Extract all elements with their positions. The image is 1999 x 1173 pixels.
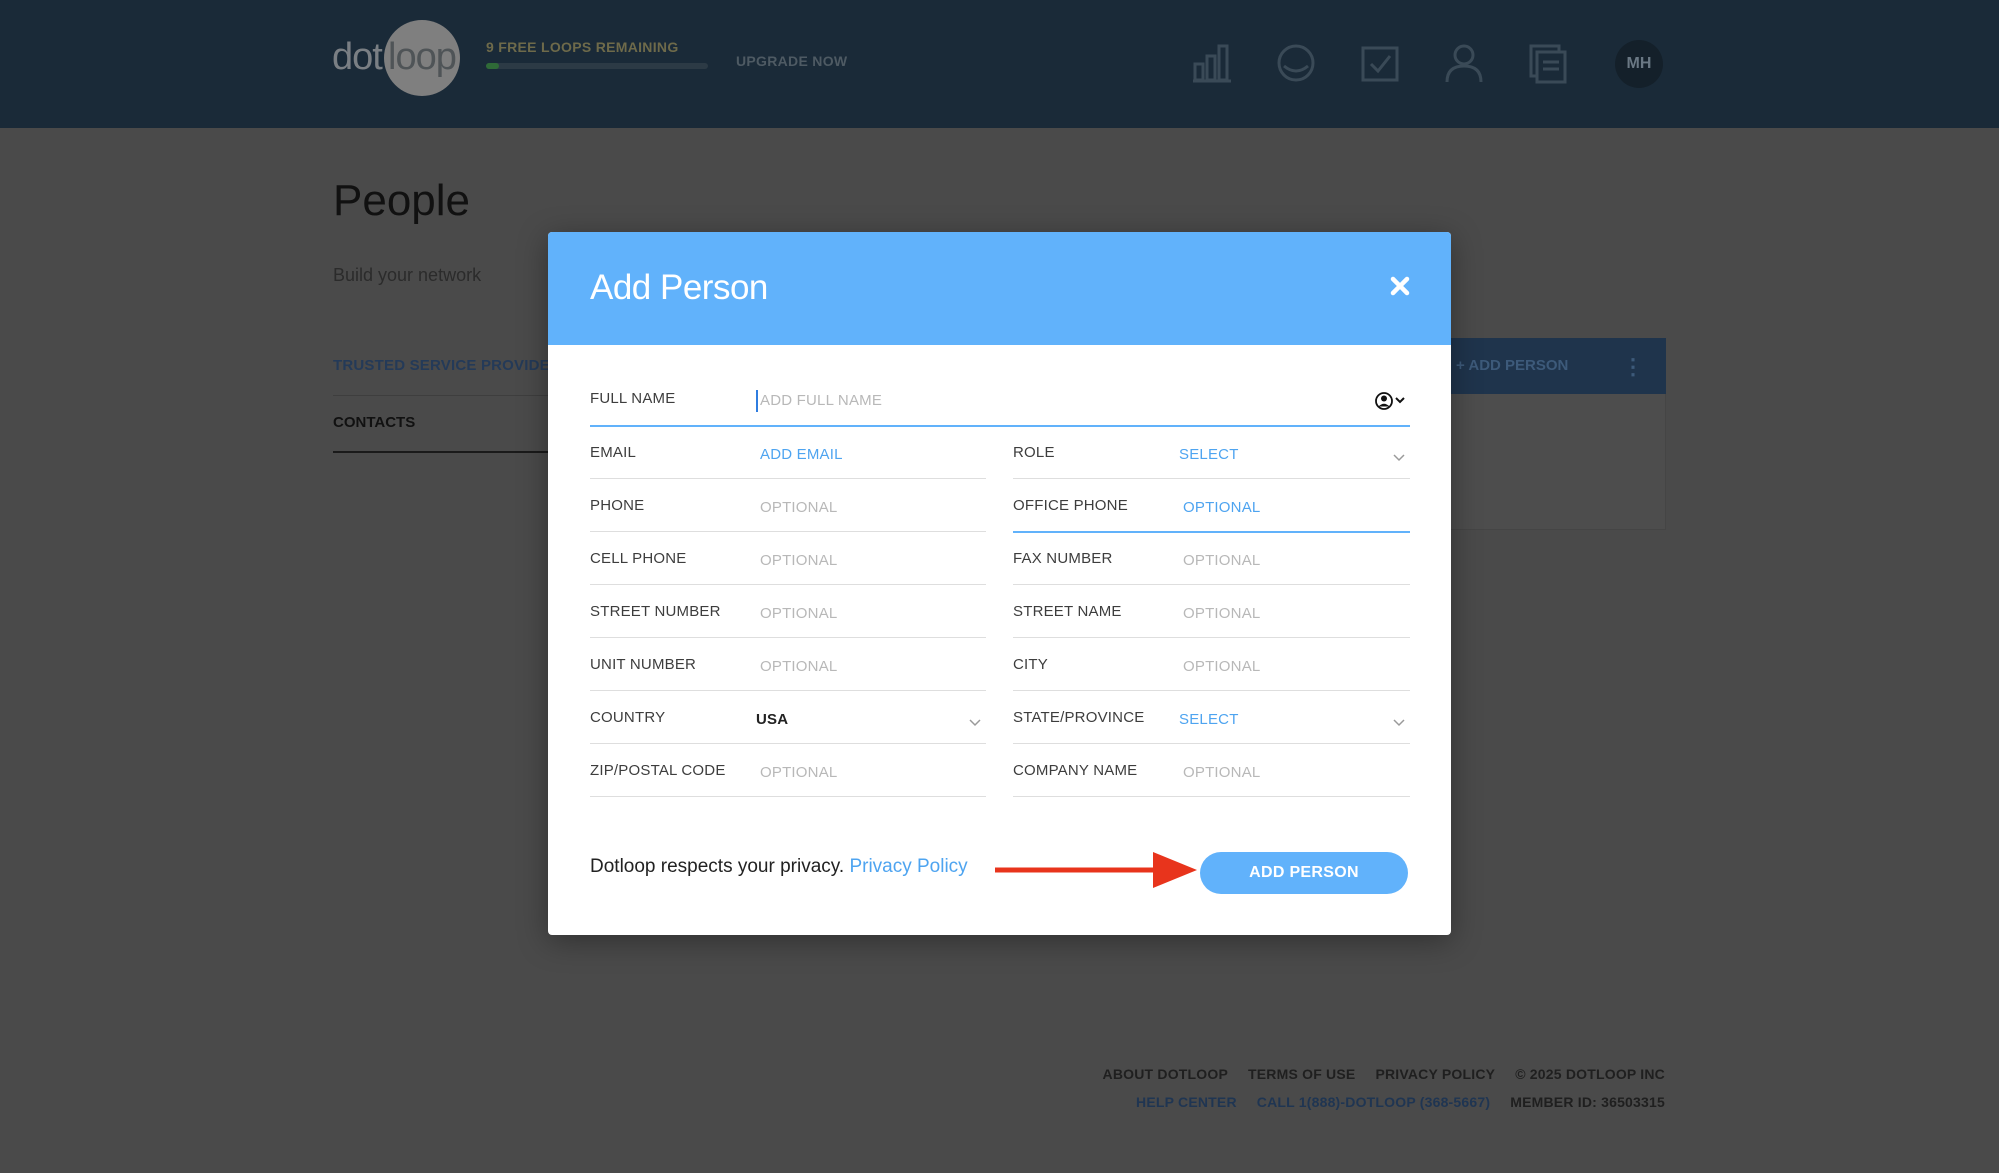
unit-number-underline [590,690,986,691]
office-phone-label: OFFICE PHONE [1013,497,1128,514]
phone-input[interactable]: OPTIONAL [760,499,837,516]
privacy-notice: Dotloop respects your privacy. Privacy P… [590,856,968,878]
free-loops-progress-fill [486,63,500,69]
logo-loop-text: loop [388,36,457,78]
privacy-policy-link[interactable]: Privacy Policy [849,856,967,877]
company-name-underline [1013,796,1410,797]
full-name-label: FULL NAME [590,390,676,407]
cell-phone-input[interactable]: OPTIONAL [760,552,837,569]
street-number-label: STREET NUMBER [590,603,721,620]
fax-number-input[interactable]: OPTIONAL [1183,552,1260,569]
city-input[interactable]: OPTIONAL [1183,658,1260,675]
zip-postal-code-label: ZIP/POSTAL CODE [590,762,726,779]
footer-terms-link[interactable]: TERMS OF USE [1248,1066,1355,1082]
role-select[interactable]: SELECT [1179,446,1239,463]
office-phone-underline [1013,531,1410,533]
user-avatar[interactable]: MH [1615,40,1663,88]
phone-label: PHONE [590,497,645,514]
page-title: People [333,176,471,225]
background-add-person-button[interactable]: + ADD PERSON [1456,357,1568,374]
fax-number-underline [1013,584,1410,585]
city-underline [1013,690,1410,691]
top-navigation-bar: dot loop 9 FREE LOOPS REMAINING UPGRADE … [0,0,1999,128]
zip-postal-code-input[interactable]: OPTIONAL [760,764,837,781]
dialog-title: Add Person [590,268,768,307]
nav-icons [1190,40,1570,90]
upgrade-now-link[interactable]: UPGRADE NOW [736,53,847,69]
unit-number-label: UNIT NUMBER [590,656,697,673]
full-name-underline [590,425,1410,427]
street-number-input[interactable]: OPTIONAL [760,605,837,622]
role-label: ROLE [1013,444,1055,461]
office-phone-input[interactable]: OPTIONAL [1183,499,1260,516]
text-cursor [756,390,758,412]
privacy-text: Dotloop respects your privacy. [590,856,845,877]
contact-picker-icon[interactable] [1374,390,1410,412]
email-input[interactable]: ADD EMAIL [760,446,843,463]
phone-underline [590,531,986,532]
cell-phone-underline [590,584,986,585]
chevron-down-icon[interactable] [1392,450,1406,462]
state-province-select[interactable]: SELECT [1179,711,1239,728]
country-select[interactable]: USA [756,711,788,728]
zip-postal-code-underline [590,796,986,797]
free-loops-progress-bar [486,63,708,69]
footer-call-link[interactable]: CALL 1(888)-DOTLOOP (368-5667) [1257,1094,1490,1110]
full-name-input[interactable]: ADD FULL NAME [760,392,882,409]
street-number-underline [590,637,986,638]
footer-copyright: © 2025 DOTLOOP INC [1515,1066,1665,1082]
country-label: COUNTRY [590,709,666,726]
close-icon[interactable] [1386,272,1414,300]
footer-privacy-link[interactable]: PRIVACY POLICY [1375,1066,1495,1082]
footer-about-link[interactable]: ABOUT DOTLOOP [1103,1066,1228,1082]
state-province-label: STATE/PROVINCE [1013,709,1145,726]
tab-trusted-service-providers[interactable]: TRUSTED SERVICE PROVIDERS [333,357,571,374]
chevron-down-icon[interactable] [1392,715,1406,727]
dialog-header: Add Person [548,232,1451,345]
footer-links: ABOUT DOTLOOP TERMS OF USE PRIVACY POLIC… [1103,1066,1665,1082]
page-subtitle: Build your network [333,265,482,285]
person-icon[interactable] [1442,40,1486,86]
loop-icon[interactable] [1274,40,1318,86]
company-name-label: COMPANY NAME [1013,762,1138,779]
documents-icon[interactable] [1526,40,1570,86]
tab-contacts[interactable]: CONTACTS [333,414,415,431]
fax-number-label: FAX NUMBER [1013,550,1113,567]
company-name-input[interactable]: OPTIONAL [1183,764,1260,781]
role-underline [1013,478,1410,479]
task-check-icon[interactable] [1358,40,1402,86]
footer-help-center-link[interactable]: HELP CENTER [1136,1094,1237,1110]
add-person-dialog: Add Person FULL NAME ADD FULL NAME Dotlo… [548,232,1451,935]
street-name-input[interactable]: OPTIONAL [1183,605,1260,622]
country-underline [590,743,986,744]
more-options-icon[interactable]: ⋮ [1622,354,1644,380]
tab-divider [333,395,553,396]
street-name-label: STREET NAME [1013,603,1122,620]
unit-number-input[interactable]: OPTIONAL [760,658,837,675]
cell-phone-label: CELL PHONE [590,550,687,567]
annotation-arrow-icon [995,852,1197,888]
logo-dot-text: dot [332,36,383,78]
footer-contact: HELP CENTER CALL 1(888)-DOTLOOP (368-566… [1136,1094,1665,1110]
add-person-button[interactable]: ADD PERSON [1200,852,1408,894]
free-loops-remaining: 9 FREE LOOPS REMAINING [486,39,679,55]
state-province-underline [1013,743,1410,744]
dotloop-logo[interactable]: dot loop [332,18,460,96]
footer-member-id: MEMBER ID: 36503315 [1510,1094,1665,1110]
email-underline [590,478,986,479]
city-label: CITY [1013,656,1048,673]
tab-active-underline [333,451,553,453]
street-name-underline [1013,637,1410,638]
bar-chart-icon[interactable] [1190,40,1234,86]
chevron-down-icon[interactable] [968,715,982,727]
email-label: EMAIL [590,444,637,461]
